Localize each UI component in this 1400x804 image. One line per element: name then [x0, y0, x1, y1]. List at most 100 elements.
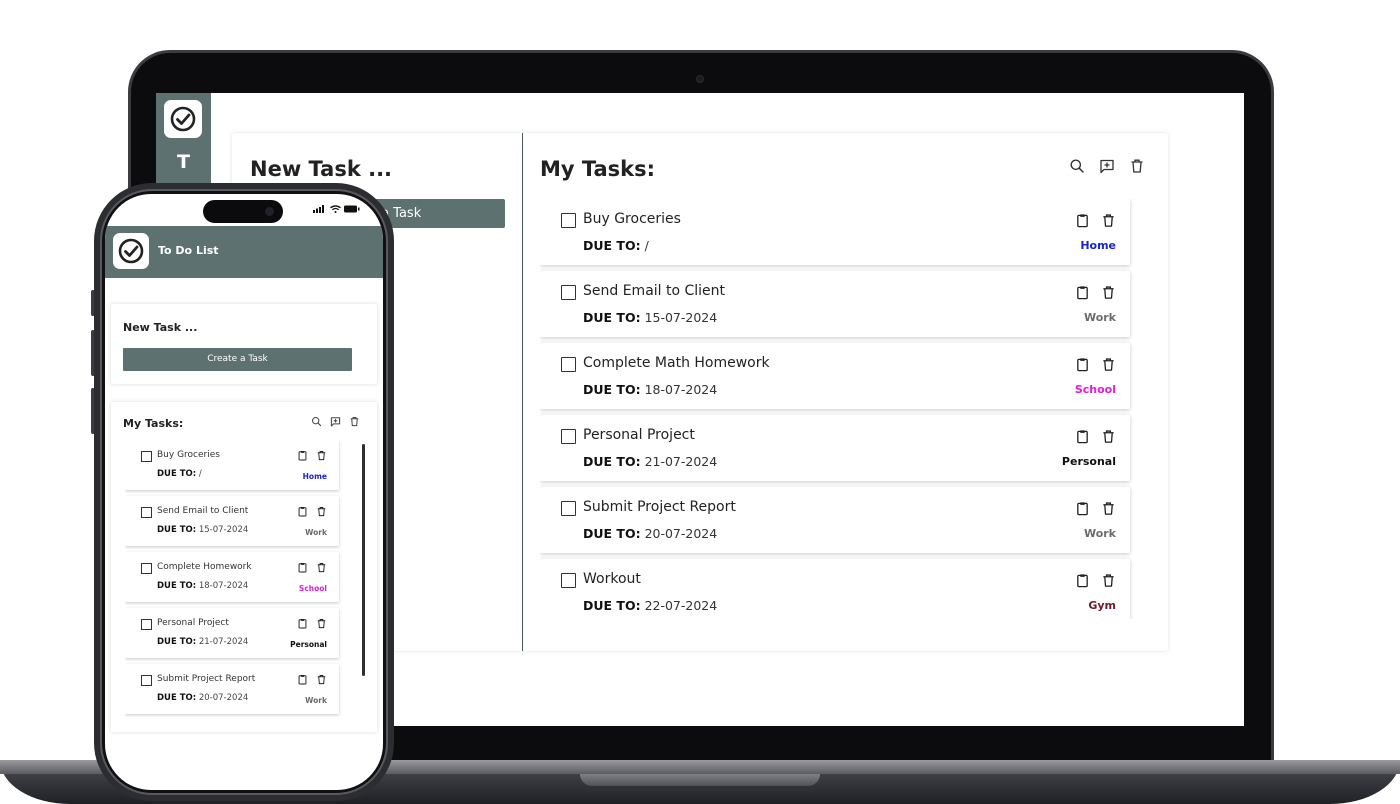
- trash-icon[interactable]: [1100, 356, 1116, 372]
- task-title: Complete Math Homework: [583, 355, 770, 371]
- trash-icon[interactable]: [1100, 500, 1116, 516]
- search-icon[interactable]: [310, 415, 322, 427]
- phone-camera: [265, 207, 274, 216]
- trash-icon[interactable]: [316, 561, 327, 573]
- task-item[interactable]: Submit Project Report DUE TO: 20-07-2024 W…: [540, 487, 1130, 553]
- trash-icon[interactable]: [316, 449, 327, 461]
- task-due: DUE TO: /: [583, 238, 649, 253]
- task-list: Buy Groceries DUE TO: / Home Send Email to …: [540, 199, 1134, 619]
- check-circle-icon: [118, 238, 144, 264]
- task-title: Buy Groceries: [583, 211, 681, 227]
- app-title: To Do List: [158, 244, 219, 257]
- due-label: DUE TO:: [583, 382, 641, 397]
- search-icon[interactable]: [1068, 157, 1086, 175]
- trash-icon[interactable]: [1100, 212, 1116, 228]
- task-category-tag: Personal: [290, 640, 327, 649]
- task-checkbox[interactable]: [561, 357, 576, 372]
- due-date: 20-07-2024: [644, 526, 718, 541]
- task-checkbox[interactable]: [561, 573, 576, 588]
- due-date: 15-07-2024: [198, 525, 249, 535]
- task-checkbox[interactable]: [141, 619, 152, 630]
- task-title: Submit Project Report: [157, 674, 256, 684]
- task-item[interactable]: Buy Groceries DUE TO: / Home: [540, 199, 1130, 265]
- task-due: DUE TO: 21-07-2024: [157, 637, 248, 647]
- clipboard-icon[interactable]: [1074, 212, 1090, 228]
- task-category-tag: Gym: [1088, 599, 1116, 612]
- task-item[interactable]: Send Email to Client DUE TO: 15-07-2024 Wo…: [125, 496, 339, 546]
- clipboard-icon[interactable]: [297, 449, 308, 461]
- add-comment-icon[interactable]: [329, 415, 341, 427]
- task-checkbox[interactable]: [561, 285, 576, 300]
- due-date: 22-07-2024: [644, 598, 718, 613]
- task-item[interactable]: Personal Project DUE TO: 21-07-2024 Person…: [540, 415, 1130, 481]
- add-comment-icon[interactable]: [1098, 157, 1116, 175]
- clipboard-icon[interactable]: [297, 617, 308, 629]
- task-title: Send Email to Client: [583, 283, 726, 299]
- task-item[interactable]: Buy Groceries DUE TO: / Home: [125, 440, 339, 490]
- task-actions: [297, 673, 327, 685]
- task-item[interactable]: Submit Project Report DUE TO: 20-07-2024 W…: [125, 664, 339, 714]
- task-title: Send Email to Client: [157, 506, 249, 516]
- due-label: DUE TO:: [583, 454, 641, 469]
- new-task-card: New Task ... Create a Task: [111, 304, 377, 384]
- create-task-button[interactable]: Create a Task: [123, 348, 352, 371]
- task-item[interactable]: Workout DUE TO: 22-07-2024 Gym: [540, 559, 1130, 619]
- task-due: DUE TO: /: [157, 469, 202, 479]
- task-checkbox[interactable]: [141, 675, 152, 686]
- phone-screen: To Do List New Task ... Create a Task My…: [105, 194, 383, 790]
- task-title: Buy Groceries: [157, 450, 220, 460]
- trash-icon[interactable]: [316, 673, 327, 685]
- task-item[interactable]: Complete Math Homework DUE TO: 18-07-2024…: [540, 343, 1130, 409]
- clipboard-icon[interactable]: [297, 505, 308, 517]
- task-checkbox[interactable]: [561, 501, 576, 516]
- clipboard-icon[interactable]: [297, 561, 308, 573]
- task-category-tag: Home: [1080, 239, 1116, 252]
- clipboard-icon[interactable]: [1074, 284, 1090, 300]
- task-category-tag: Work: [1083, 527, 1116, 540]
- task-actions: [1074, 572, 1116, 588]
- due-label: DUE TO:: [157, 637, 197, 647]
- due-label: DUE TO:: [583, 598, 641, 613]
- trash-icon[interactable]: [1100, 572, 1116, 588]
- my-tasks-title: My Tasks:: [123, 417, 184, 430]
- check-circle-icon: [170, 106, 196, 132]
- trash-icon[interactable]: [1100, 428, 1116, 444]
- wifi-icon: [330, 205, 341, 213]
- clipboard-icon[interactable]: [1074, 500, 1090, 516]
- dynamic-island: [203, 200, 283, 223]
- task-checkbox[interactable]: [141, 507, 152, 518]
- trash-icon[interactable]: [316, 505, 327, 517]
- logo: [164, 100, 202, 138]
- status-bar: [313, 205, 360, 213]
- trash-icon[interactable]: [316, 617, 327, 629]
- task-checkbox[interactable]: [141, 451, 152, 462]
- task-checkbox[interactable]: [141, 563, 152, 574]
- task-item[interactable]: Send Email to Client DUE TO: 15-07-2024 Wo…: [540, 271, 1130, 337]
- task-due: DUE TO: 22-07-2024: [583, 598, 717, 613]
- task-category-tag: Work: [305, 696, 327, 705]
- new-task-title: New Task ...: [123, 321, 198, 334]
- due-date: 21-07-2024: [198, 637, 249, 647]
- task-category-tag: School: [298, 584, 327, 593]
- battery-icon: [344, 205, 360, 213]
- task-actions: [297, 505, 327, 517]
- my-tasks-card: My Tasks: Buy Groceries DUE TO: / Home Send…: [111, 402, 377, 732]
- logo: [113, 233, 149, 269]
- scrollbar[interactable]: [362, 444, 365, 676]
- trash-icon[interactable]: [1128, 157, 1146, 175]
- clipboard-icon[interactable]: [1074, 428, 1090, 444]
- mockup-stage: T New Task ... Create a Task My Tasks: B…: [0, 0, 1400, 804]
- task-item[interactable]: Complete Homework DUE TO: 18-07-2024 Schoo…: [125, 552, 339, 602]
- trash-icon[interactable]: [1100, 284, 1116, 300]
- due-date: 18-07-2024: [644, 382, 718, 397]
- task-due: DUE TO: 15-07-2024: [157, 525, 248, 535]
- task-checkbox[interactable]: [561, 213, 576, 228]
- trash-icon[interactable]: [348, 415, 360, 427]
- clipboard-icon[interactable]: [1074, 356, 1090, 372]
- task-checkbox[interactable]: [561, 429, 576, 444]
- clipboard-icon[interactable]: [297, 673, 308, 685]
- task-category-tag: School: [1074, 383, 1116, 396]
- task-item[interactable]: Personal Project DUE TO: 21-07-2024 Person…: [125, 608, 339, 658]
- task-due: DUE TO: 20-07-2024: [157, 693, 248, 703]
- clipboard-icon[interactable]: [1074, 572, 1090, 588]
